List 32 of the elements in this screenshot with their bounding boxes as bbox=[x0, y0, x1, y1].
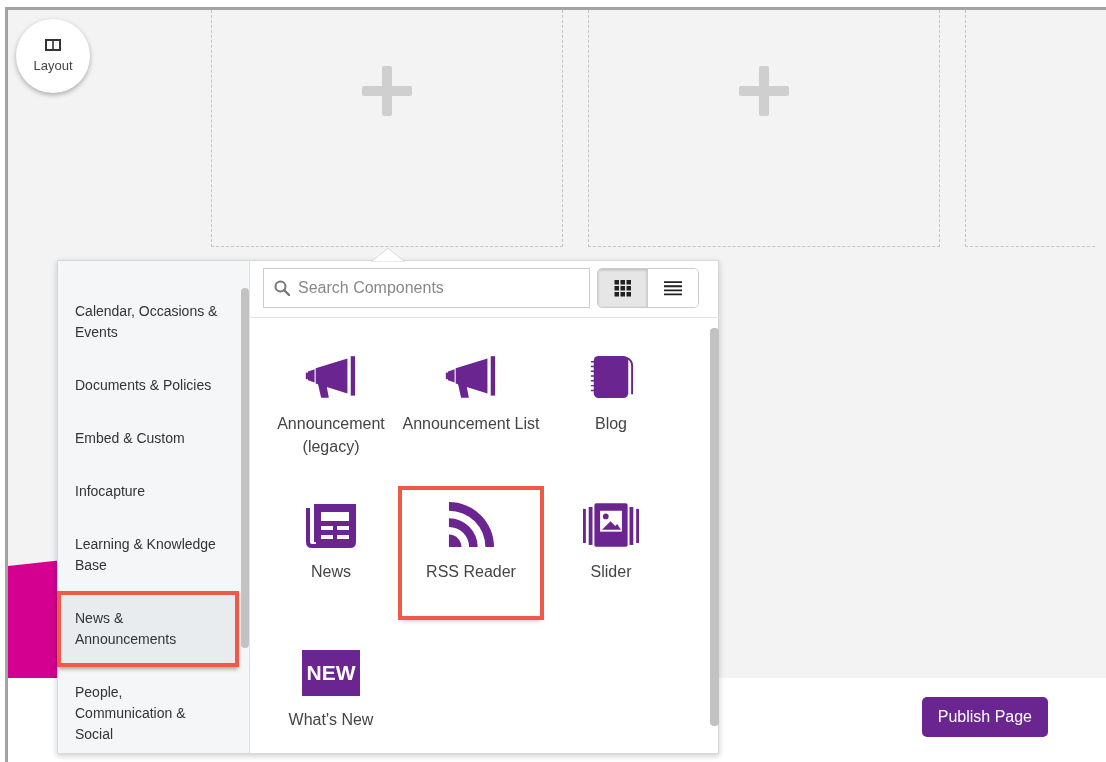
component-tile[interactable]: Announcement List bbox=[402, 342, 540, 468]
add-icon[interactable] bbox=[362, 66, 412, 116]
drop-zone[interactable] bbox=[588, 10, 940, 247]
list-icon bbox=[664, 279, 682, 297]
image-gallery-icon bbox=[583, 502, 639, 548]
component-tile[interactable]: Blog bbox=[542, 342, 680, 468]
scrollbar[interactable] bbox=[710, 328, 719, 726]
new-badge-icon: NEW bbox=[302, 650, 360, 696]
search-field[interactable]: Search Components bbox=[263, 268, 590, 308]
scrollbar[interactable] bbox=[241, 288, 249, 648]
layout-button[interactable]: Layout bbox=[16, 19, 90, 93]
grid-icon bbox=[613, 279, 632, 297]
category-item[interactable]: Learning & Knowledge Base bbox=[58, 518, 238, 592]
search-icon bbox=[274, 280, 290, 296]
component-tile[interactable]: News bbox=[262, 490, 400, 616]
category-item[interactable]: People, Communication & Social bbox=[58, 666, 238, 761]
publish-button[interactable]: Publish Page bbox=[921, 697, 1048, 737]
category-item[interactable]: Infocapture bbox=[58, 465, 238, 518]
component-tile[interactable]: Announcement (legacy) bbox=[262, 342, 400, 468]
category-item[interactable]: Calendar, Occasions & Events bbox=[58, 285, 238, 359]
category-item[interactable]: News & Announcements bbox=[58, 592, 238, 666]
category-item[interactable]: Documents & Policies bbox=[58, 359, 238, 412]
add-icon[interactable] bbox=[739, 66, 789, 116]
component-tile[interactable]: RSS Reader bbox=[402, 490, 540, 616]
columns-icon bbox=[45, 39, 61, 51]
component-tile[interactable]: Slider bbox=[542, 490, 680, 616]
grid-view-button[interactable] bbox=[598, 269, 648, 307]
drop-zone[interactable] bbox=[965, 10, 1095, 247]
component-tile[interactable]: NEW What's New bbox=[262, 638, 400, 762]
drop-zone[interactable] bbox=[211, 10, 563, 247]
newspaper-icon bbox=[303, 502, 359, 548]
category-item[interactable]: Embed & Custom bbox=[58, 412, 238, 465]
